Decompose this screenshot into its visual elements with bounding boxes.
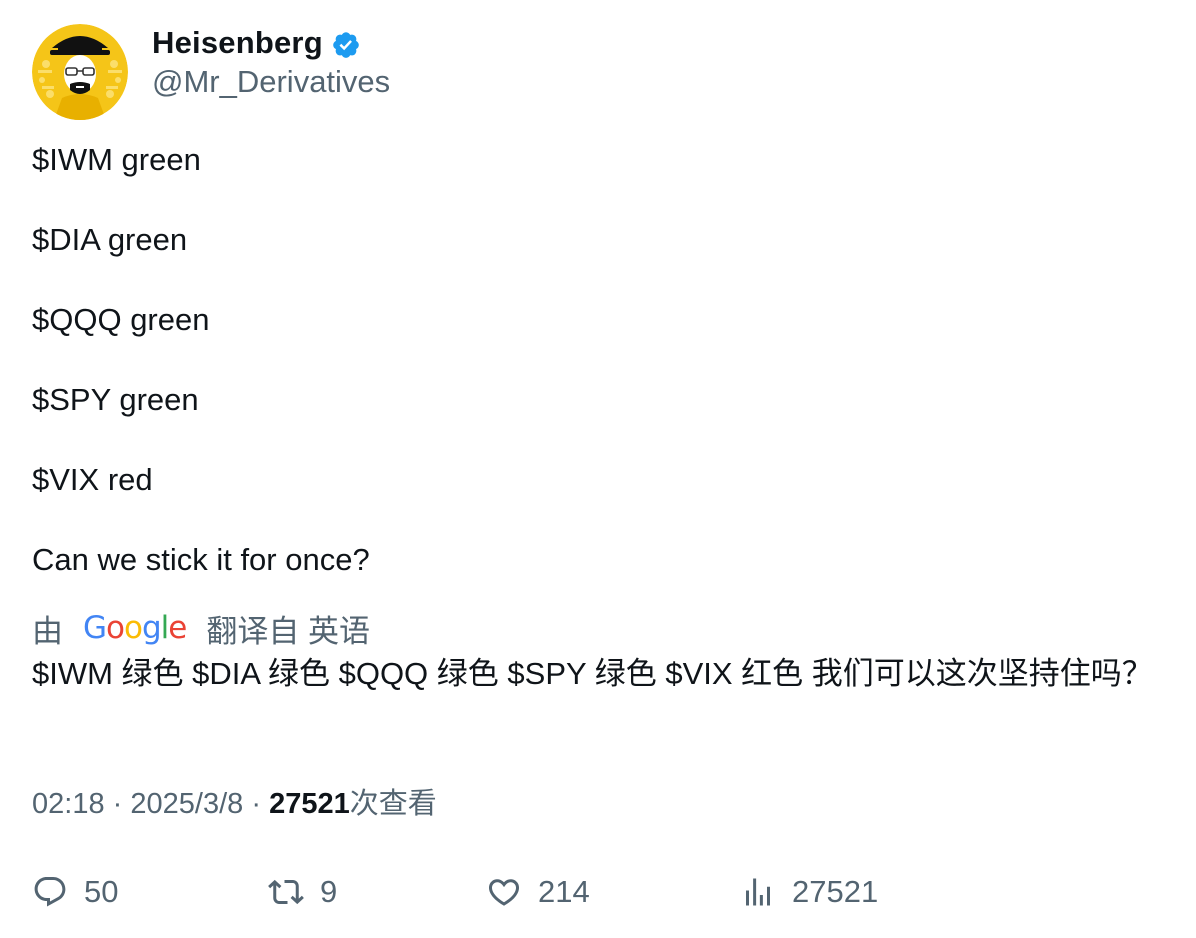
views-count: 27521 <box>269 788 350 820</box>
like-count: 214 <box>538 874 590 909</box>
views-icon <box>746 878 770 906</box>
reply-count: 50 <box>84 874 119 909</box>
tweet-line: $IWM green <box>32 142 201 177</box>
tweet-time[interactable]: 02:18 <box>32 788 105 820</box>
avatar[interactable] <box>32 24 128 120</box>
tweet-line: $DIA green <box>32 222 188 257</box>
views-action-count: 27521 <box>792 874 879 909</box>
like-icon <box>488 879 520 906</box>
tweet-line: $QQQ green <box>32 302 210 337</box>
retweet-button[interactable]: 9 <box>268 870 337 914</box>
heisenberg-avatar-icon <box>32 24 128 120</box>
retweet-icon <box>268 879 304 905</box>
tweet-line: $SPY green <box>32 382 199 417</box>
author-handle[interactable]: @Mr_Derivatives <box>152 62 390 102</box>
google-logo: Google <box>83 610 187 646</box>
views-button[interactable]: 27521 <box>740 870 878 914</box>
meta-separator: · <box>251 788 261 820</box>
tweet-line: $VIX red <box>32 462 153 497</box>
views-label: 次查看 <box>349 788 437 820</box>
retweet-count: 9 <box>320 874 338 909</box>
translation-suffix: 翻译自 英语 <box>206 613 370 649</box>
translation-prefix: 由 <box>32 613 63 649</box>
verified-badge-icon <box>333 32 359 58</box>
tweet-line: Can we stick it for once? <box>32 542 370 577</box>
tweet-meta: 02:18 · 2025/3/8 · 27521次查看 <box>32 784 437 824</box>
name-row: Heisenberg <box>152 24 390 62</box>
author-info: Heisenberg @Mr_Derivatives <box>152 24 390 102</box>
tweet-body: $IWM green $DIA green $QQQ green $SPY gr… <box>32 140 370 580</box>
meta-separator: · <box>112 788 123 820</box>
translated-text: $IWM 绿色 $DIA 绿色 $QQQ 绿色 $SPY 绿色 $VIX 红色 … <box>32 656 1153 691</box>
tweet-header: Heisenberg @Mr_Derivatives <box>32 24 390 120</box>
translation-attribution[interactable]: 由 Google 翻译自 英语 <box>32 606 370 650</box>
action-bar: 50 9 214 27521 <box>32 870 1132 914</box>
like-button[interactable]: 214 <box>486 870 590 914</box>
tweet-date[interactable]: 2025/3/8 <box>130 788 243 820</box>
reply-icon <box>34 877 66 907</box>
display-name[interactable]: Heisenberg <box>152 25 323 61</box>
reply-button[interactable]: 50 <box>32 870 118 914</box>
